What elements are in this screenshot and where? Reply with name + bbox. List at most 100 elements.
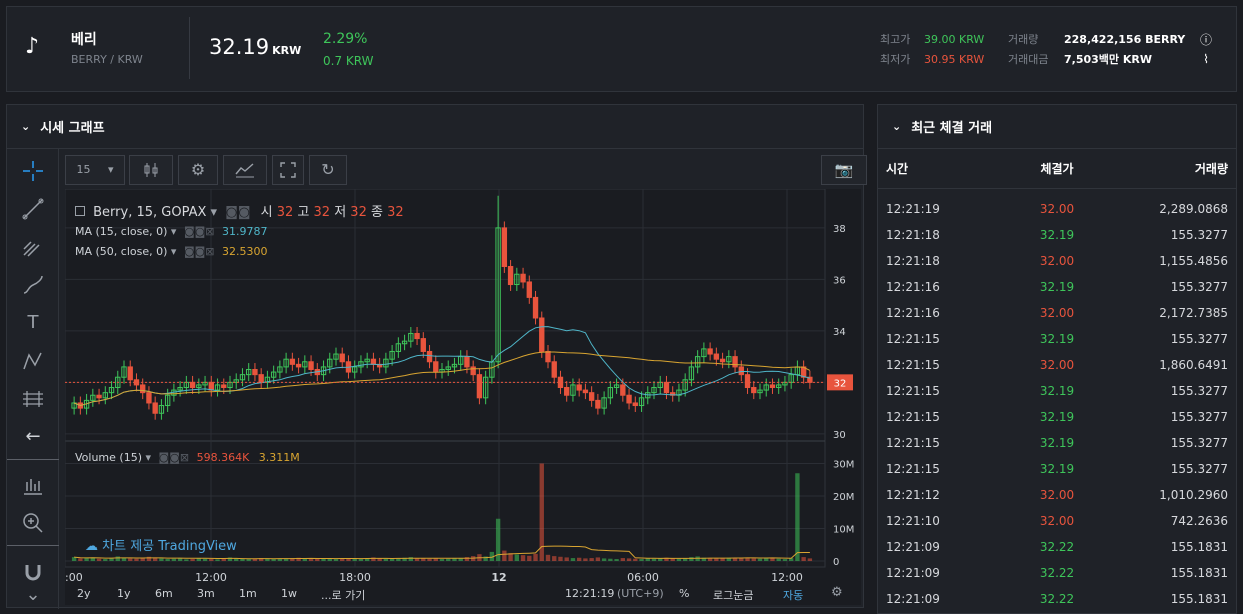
volume-bar — [714, 558, 719, 561]
legend-controls-icon[interactable]: ◙◙ — [225, 205, 250, 220]
trade-time: 12:21:15 — [886, 332, 940, 346]
trade-time: 12:21:09 — [886, 592, 940, 606]
symbol-legend[interactable]: Berry, 15, GOPAX — [93, 205, 206, 220]
volume-bar — [271, 559, 276, 561]
trade-amount: 155.1831 — [1170, 592, 1228, 606]
indicators-button[interactable] — [223, 155, 267, 185]
range-6m[interactable]: 6m — [155, 587, 173, 600]
range-1y[interactable]: 1y — [117, 587, 131, 600]
crosshair-icon[interactable] — [19, 157, 47, 185]
high-label: 최고가 — [880, 33, 911, 46]
ma50-legend[interactable]: MA (50, close, 0) ▾ ◙◙⊠ 32.5300 — [75, 245, 268, 258]
ma15-value: 31.9787 — [222, 225, 268, 238]
trend-line-icon[interactable] — [19, 195, 47, 223]
timezone[interactable]: (UTC+9) — [617, 587, 664, 600]
refresh-button[interactable]: ↻ — [309, 155, 347, 185]
legend-controls-icon[interactable]: ◙◙⊠ — [159, 451, 190, 464]
percent-toggle[interactable]: % — [679, 587, 689, 600]
volume-bar — [352, 558, 357, 561]
auto-toggle[interactable]: 자동 — [783, 587, 803, 603]
chevron-down-icon[interactable]: ⌄ — [892, 120, 901, 133]
volume-value-2: 3.311M — [258, 451, 300, 464]
gear-icon[interactable]: ⚙ — [831, 585, 843, 600]
trade-row: 12:21:09 32.22 155.1831 — [878, 534, 1236, 560]
chart-panel-header[interactable]: ⌄ 시세 그래프 — [7, 105, 863, 149]
back-arrow-icon[interactable]: ← — [19, 423, 47, 451]
volume-bar — [795, 473, 800, 561]
trade-price: 32.22 — [1039, 566, 1075, 580]
candle-body — [751, 387, 757, 394]
fib-icon[interactable] — [19, 233, 47, 261]
tool-divider — [7, 459, 59, 460]
range-1w[interactable]: 1w — [281, 587, 297, 600]
trades-panel-header[interactable]: ⌄ 최근 체결 거래 — [878, 105, 1236, 149]
tradingview-watermark[interactable]: ☁ 차트 제공 TradingView — [85, 535, 237, 554]
zoom-in-icon[interactable] — [19, 509, 47, 537]
text-tool-icon[interactable]: T — [19, 309, 47, 337]
trade-amount: 1,010.2960 — [1159, 488, 1228, 502]
screenshot-button[interactable]: 📷 — [821, 155, 867, 185]
volume-bar — [614, 559, 619, 561]
trade-amount: 155.3277 — [1170, 462, 1228, 476]
price-chart[interactable]: 383634323030M20M10M0:0012:0018:001206:00… — [64, 188, 861, 605]
candle-body — [663, 381, 670, 394]
trade-price: 32.00 — [1039, 202, 1075, 216]
trade-price: 32.19 — [1039, 332, 1075, 346]
gear-icon: ⚙ — [190, 160, 206, 179]
candle-body — [738, 366, 744, 376]
volume-bar — [583, 558, 588, 561]
candle-body — [464, 356, 470, 368]
candle-body — [152, 402, 158, 414]
price-value: 32.19 — [209, 35, 270, 59]
pattern-icon[interactable] — [19, 347, 47, 375]
candle-body — [713, 353, 720, 360]
volume-bar — [527, 555, 532, 561]
chevron-down-icon[interactable]: ⌄ — [21, 120, 30, 133]
chart-zoom-icon[interactable] — [19, 471, 47, 499]
magnet-icon[interactable] — [19, 559, 47, 587]
candle-body — [588, 392, 595, 401]
volume-bar — [564, 557, 569, 561]
axes: 383634323030M20M10M0:0012:0018:001206:00… — [65, 224, 854, 584]
info-icon[interactable]: ⓘ — [1198, 31, 1214, 48]
trade-amount: 155.1831 — [1170, 540, 1228, 554]
collapse-icon[interactable] — [75, 206, 85, 216]
fullscreen-icon — [280, 162, 296, 178]
fullscreen-button[interactable] — [272, 155, 304, 185]
trade-row: 12:21:15 32.00 1,860.6491 — [878, 352, 1236, 378]
candle-body — [620, 384, 626, 396]
volume-bar — [558, 556, 563, 561]
measure-icon[interactable] — [19, 385, 47, 413]
legend-controls-icon[interactable]: ◙◙⊠ — [184, 225, 215, 238]
trade-price: 32.00 — [1039, 358, 1075, 372]
volume-legend[interactable]: Volume (15) ▾ ◙◙⊠ 598.364K 3.311M — [75, 451, 300, 464]
volume-bar — [134, 558, 139, 561]
volume-bar — [533, 553, 538, 561]
trade-row: 12:21:09 32.22 155.1831 — [878, 586, 1236, 612]
candle-body — [426, 350, 433, 363]
paperclip-icon[interactable]: ⌇ — [1198, 52, 1214, 66]
candle-body — [526, 281, 532, 298]
range-2y[interactable]: 2y — [77, 587, 91, 600]
chevron-down-icon[interactable]: ⌄ — [19, 585, 47, 605]
volume-bar — [96, 558, 102, 561]
ma15-legend[interactable]: MA (15, close, 0) ▾ ◙◙⊠ 31.9787 — [75, 225, 268, 238]
candle-body — [507, 266, 514, 286]
amount-value: 7,503백만 KRW — [1064, 53, 1152, 66]
ticker-bar: ♪ 베리 BERRY / KRW 32.19 KRW 2.29% 0.7 KRW … — [6, 6, 1237, 92]
log-toggle[interactable]: 로그눈금 — [713, 587, 753, 603]
trade-row: 12:21:15 32.19 155.3277 — [878, 378, 1236, 404]
price-unit: KRW — [272, 44, 302, 57]
range-1m[interactable]: 1m — [239, 587, 257, 600]
goto-button[interactable]: ...로 가기 — [321, 587, 365, 603]
range-3m[interactable]: 3m — [197, 587, 215, 600]
legend-controls-icon[interactable]: ◙◙⊠ — [184, 245, 215, 258]
volume-bar — [427, 558, 432, 561]
settings-button[interactable]: ⚙ — [178, 155, 218, 185]
volume-bar — [676, 558, 682, 561]
volume-tick: 10M — [833, 525, 854, 536]
interval-select[interactable]: 15 ▾ — [65, 155, 125, 185]
candle-type-button[interactable] — [129, 155, 173, 185]
brush-icon[interactable] — [19, 271, 47, 299]
caret-down-icon[interactable]: ▾ — [211, 205, 218, 220]
